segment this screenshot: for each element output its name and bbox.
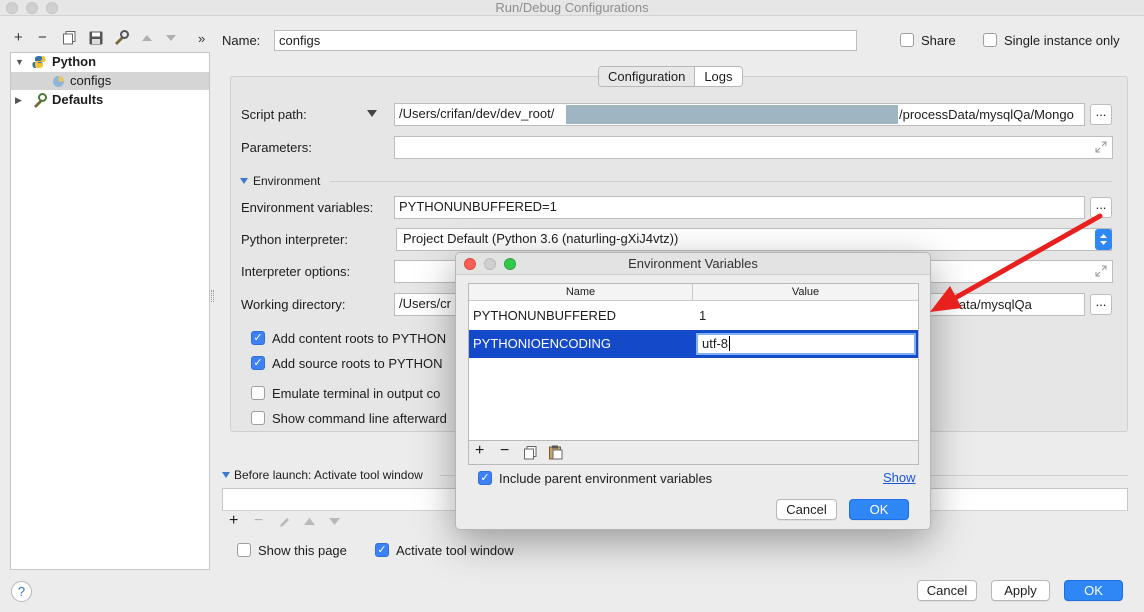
show-page-checkbox[interactable]	[237, 543, 251, 557]
parameters-label: Parameters:	[241, 140, 312, 155]
dialog-close-button[interactable]	[464, 258, 476, 270]
env-vars-label: Environment variables:	[241, 200, 374, 215]
move-task-up-icon[interactable]	[304, 518, 315, 525]
dialog-ok-button[interactable]: OK	[849, 499, 909, 520]
dialog-cancel-button[interactable]: Cancel	[776, 499, 837, 520]
tab-configuration[interactable]: Configuration	[599, 67, 696, 86]
name-input[interactable]: configs	[274, 30, 857, 51]
tree-item-configs[interactable]: configs	[11, 72, 209, 90]
content-roots-checkbox[interactable]: ✓	[251, 331, 265, 345]
tree-item-defaults[interactable]: ▶ Defaults	[11, 91, 209, 109]
table-row[interactable]: PYTHONUNBUFFERED 1	[469, 302, 918, 330]
move-up-icon[interactable]	[141, 34, 153, 42]
tree-item-python[interactable]: ▼ Python	[11, 53, 209, 71]
parameters-input[interactable]	[394, 136, 1113, 159]
collapse-arrow-icon[interactable]: ▼	[15, 53, 24, 71]
redacted-path-block	[566, 105, 898, 124]
help-button[interactable]: ?	[11, 581, 32, 602]
expand-arrow-icon[interactable]: ▶	[15, 91, 22, 109]
defaults-wrench-icon	[34, 93, 47, 108]
table-row-selected[interactable]: PYTHONIOENCODING utf-8	[469, 330, 918, 358]
dialog-minimize-button[interactable]	[484, 258, 496, 270]
env-vars-table: Name Value PYTHONUNBUFFERED 1 PYTHONIOEN…	[468, 283, 919, 441]
window-title: Run/Debug Configurations	[495, 0, 649, 15]
show-page-label: Show this page	[258, 543, 347, 558]
ok-button[interactable]: OK	[1064, 580, 1123, 601]
activate-tool-window-checkbox[interactable]: ✓	[375, 543, 389, 557]
environment-section-title: Environment	[253, 174, 321, 188]
share-label: Share	[921, 33, 956, 48]
working-dir-label: Working directory:	[241, 297, 346, 312]
emulate-terminal-checkbox[interactable]	[251, 386, 265, 400]
paste-env-var-icon[interactable]	[549, 445, 563, 460]
cancel-button[interactable]: Cancel	[917, 580, 977, 601]
env-var-value: 1	[699, 308, 707, 323]
tab-logs[interactable]: Logs	[695, 67, 741, 86]
config-tree: ▼ Python configs ▶ Defaults	[10, 52, 210, 570]
env-var-name: PYTHONUNBUFFERED	[473, 308, 617, 323]
env-vars-toolbar: + −	[468, 441, 919, 465]
emulate-terminal-label: Emulate terminal in output co	[272, 386, 441, 401]
interpreter-label: Python interpreter:	[241, 232, 348, 247]
show-command-line-label: Show command line afterward	[272, 411, 447, 426]
expand-toolbar-icon[interactable]: »	[198, 30, 205, 48]
text-cursor	[729, 336, 731, 351]
script-path-prefix: /Users/crifan/dev/dev_root/	[399, 106, 555, 121]
add-config-button[interactable]: +	[14, 29, 23, 47]
script-path-suffix: /processData/mysqlQa/Mongo	[899, 107, 1074, 122]
interpreter-options-label: Interpreter options:	[241, 264, 351, 279]
before-launch-collapse-icon[interactable]	[222, 472, 230, 478]
column-header-value[interactable]: Value	[693, 284, 918, 301]
python-icon	[32, 56, 46, 68]
env-var-value: utf-8	[702, 336, 729, 351]
dialog-title: Environment Variables	[456, 253, 930, 275]
content-roots-label: Add content roots to PYTHON	[272, 331, 447, 346]
tree-item-label: Python	[52, 54, 97, 69]
splitter-handle[interactable]	[211, 290, 214, 302]
environment-variables-dialog: Environment Variables Name Value PYTHONU…	[455, 252, 931, 530]
copy-config-icon[interactable]	[63, 31, 77, 45]
show-parent-vars-link[interactable]: Show	[883, 470, 916, 485]
annotation-arrow-icon	[930, 213, 1103, 312]
source-roots-label: Add source roots to PYTHON	[272, 356, 443, 371]
add-env-var-button[interactable]: +	[475, 442, 484, 460]
share-checkbox[interactable]	[900, 33, 914, 47]
edit-defaults-icon[interactable]	[113, 30, 129, 46]
expand-field-icon[interactable]	[1095, 141, 1107, 153]
apply-button[interactable]: Apply	[991, 580, 1050, 601]
before-launch-title: Before launch: Activate tool window	[234, 468, 423, 482]
include-parent-checkbox[interactable]: ✓	[478, 471, 492, 485]
single-instance-label: Single instance only	[1004, 33, 1120, 48]
script-type-dropdown-icon[interactable]	[367, 110, 377, 117]
section-divider	[330, 181, 1112, 182]
add-task-button[interactable]: +	[229, 512, 238, 530]
tree-item-label: Defaults	[52, 92, 104, 107]
show-command-line-checkbox[interactable]	[251, 411, 265, 425]
move-task-down-icon[interactable]	[329, 518, 340, 525]
column-header-name[interactable]: Name	[469, 284, 693, 301]
title-bar: Run/Debug Configurations	[0, 0, 1144, 16]
name-label: Name:	[222, 33, 261, 48]
dialog-zoom-button[interactable]	[504, 258, 516, 270]
tab-bar: Configuration Logs	[598, 66, 743, 87]
include-parent-label: Include parent environment variables	[499, 471, 713, 486]
tree-item-label: configs	[70, 73, 112, 88]
single-instance-checkbox[interactable]	[983, 33, 997, 47]
environment-collapse-icon[interactable]	[240, 178, 248, 184]
script-browse-button[interactable]: ...	[1090, 104, 1112, 125]
activate-tool-window-label: Activate tool window	[396, 543, 514, 558]
save-config-icon[interactable]	[89, 31, 103, 45]
python-config-icon	[53, 76, 64, 87]
edit-task-icon[interactable]	[279, 516, 291, 528]
copy-env-var-icon[interactable]	[524, 446, 538, 460]
remove-task-button[interactable]: −	[254, 512, 263, 530]
env-var-name: PYTHONIOENCODING	[473, 336, 611, 351]
move-down-icon[interactable]	[165, 34, 177, 42]
source-roots-checkbox[interactable]: ✓	[251, 356, 265, 370]
script-path-label: Script path:	[241, 107, 307, 122]
remove-config-button[interactable]: −	[38, 29, 47, 47]
env-var-value-editor[interactable]: utf-8	[696, 333, 916, 355]
remove-env-var-button[interactable]: −	[500, 442, 509, 460]
working-dir-prefix: /Users/cr	[399, 296, 451, 311]
